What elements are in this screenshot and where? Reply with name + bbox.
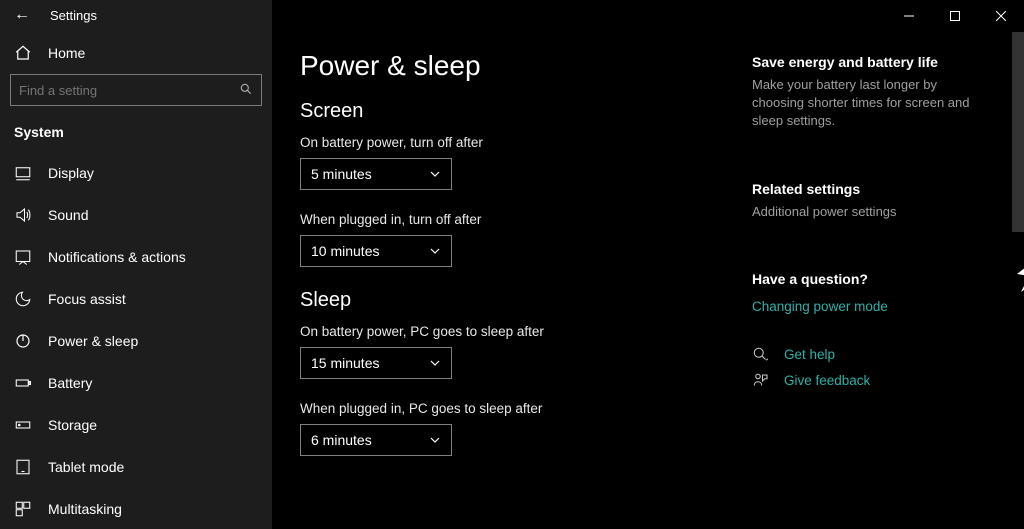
additional-power-settings-link[interactable]: Additional power settings: [752, 204, 897, 219]
screen-plugged-value: 10 minutes: [311, 243, 379, 259]
sidebar-item-label: Power & sleep: [48, 333, 138, 349]
chevron-down-icon: [429, 245, 441, 257]
sidebar-item-label: Storage: [48, 417, 97, 433]
screen-battery-label: On battery power, turn off after: [300, 135, 724, 150]
sleep-plugged-select[interactable]: 6 minutes: [300, 424, 452, 456]
titlebar: [272, 0, 1024, 32]
category-label: System: [0, 118, 272, 152]
sidebar-item-label: Tablet mode: [48, 459, 124, 475]
sidebar-item-notifications[interactable]: Notifications & actions: [0, 236, 272, 278]
notification-icon: [14, 248, 32, 266]
home-button[interactable]: Home: [0, 32, 272, 74]
energy-heading: Save energy and battery life: [752, 54, 982, 70]
tablet-icon: [14, 458, 32, 476]
search-input[interactable]: [10, 74, 262, 106]
sidebar-item-label: Focus assist: [48, 291, 126, 307]
screen-plugged-label: When plugged in, turn off after: [300, 212, 724, 227]
minimize-button[interactable]: [886, 0, 932, 32]
sleep-plugged-value: 6 minutes: [311, 432, 372, 448]
sidebar-item-tablet-mode[interactable]: Tablet mode: [0, 446, 272, 488]
screen-battery-select[interactable]: 5 minutes: [300, 158, 452, 190]
maximize-button[interactable]: [932, 0, 978, 32]
sidebar-item-focus-assist[interactable]: Focus assist: [0, 278, 272, 320]
sound-icon: [14, 206, 32, 224]
search-icon: [239, 82, 253, 99]
related-heading: Related settings: [752, 181, 982, 197]
screen-plugged-select[interactable]: 10 minutes: [300, 235, 452, 267]
sidebar-item-label: Sound: [48, 207, 88, 223]
chevron-down-icon: [429, 168, 441, 180]
sidebar-item-label: Multitasking: [48, 501, 122, 517]
home-label: Home: [48, 45, 85, 61]
get-help-link[interactable]: Get help: [784, 347, 835, 362]
search-field[interactable]: [19, 83, 239, 98]
back-icon[interactable]: ←: [14, 6, 30, 24]
home-icon: [14, 44, 32, 62]
sleep-battery-label: On battery power, PC goes to sleep after: [300, 324, 724, 339]
sleep-battery-value: 15 minutes: [311, 355, 379, 371]
page-title: Power & sleep: [300, 50, 724, 82]
close-button[interactable]: [978, 0, 1024, 32]
give-feedback-link[interactable]: Give feedback: [784, 373, 870, 388]
sidebar-item-power-sleep[interactable]: Power & sleep: [0, 320, 272, 362]
screen-battery-value: 5 minutes: [311, 166, 372, 182]
storage-icon: [14, 416, 32, 434]
sidebar-item-battery[interactable]: Battery: [0, 362, 272, 404]
power-icon: [14, 332, 32, 350]
question-heading: Have a question?: [752, 271, 982, 287]
changing-power-mode-link[interactable]: Changing power mode: [752, 299, 888, 314]
sidebar-item-storage[interactable]: Storage: [0, 404, 272, 446]
energy-text: Make your battery last longer by choosin…: [752, 76, 982, 131]
sidebar-item-label: Notifications & actions: [48, 249, 186, 265]
sidebar-item-display[interactable]: Display: [0, 152, 272, 194]
multitasking-icon: [14, 500, 32, 518]
sleep-battery-select[interactable]: 15 minutes: [300, 347, 452, 379]
chevron-down-icon: [429, 357, 441, 369]
sidebar-item-sound[interactable]: Sound: [0, 194, 272, 236]
feedback-icon: [752, 372, 770, 390]
sidebar-item-label: Battery: [48, 375, 92, 391]
sidebar: ← Settings Home System Display: [0, 0, 272, 529]
sidebar-item-multitasking[interactable]: Multitasking: [0, 488, 272, 529]
help-icon: [752, 346, 770, 364]
chevron-down-icon: [429, 434, 441, 446]
battery-icon: [14, 374, 32, 392]
window-title: Settings: [50, 8, 97, 23]
screen-heading: Screen: [300, 100, 724, 123]
scrollbar[interactable]: [1012, 32, 1024, 232]
sleep-heading: Sleep: [300, 289, 724, 312]
display-icon: [14, 164, 32, 182]
focus-icon: [14, 290, 32, 308]
sleep-plugged-label: When plugged in, PC goes to sleep after: [300, 401, 724, 416]
sidebar-item-label: Display: [48, 165, 94, 181]
